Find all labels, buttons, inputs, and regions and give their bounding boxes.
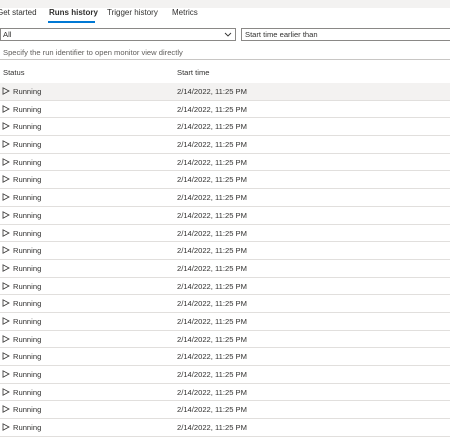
play-icon xyxy=(2,104,10,113)
run-start-time: 2/14/2022, 11:25 PM xyxy=(177,263,247,273)
table-row[interactable]: Running 2/14/2022, 11:25 PM xyxy=(0,277,450,296)
status-filter-value: All xyxy=(3,30,12,39)
run-status: Running xyxy=(13,263,42,273)
table-row[interactable]: Running 2/14/2022, 11:25 PM xyxy=(0,118,450,137)
table-row[interactable]: Running 2/14/2022, 11:25 PM xyxy=(0,401,450,420)
run-status: Running xyxy=(13,334,42,344)
run-status: Running xyxy=(13,316,42,326)
run-start-time: 2/14/2022, 11:25 PM xyxy=(177,334,247,344)
run-status: Running xyxy=(13,405,42,415)
run-status: Running xyxy=(13,370,42,379)
table-row[interactable]: Running 2/14/2022, 11:25 PM xyxy=(0,136,450,154)
table-row[interactable]: Running 2/14/2022, 11:25 PM xyxy=(0,224,450,243)
table-row[interactable]: Running 2/14/2022, 11:25 PM xyxy=(0,171,450,190)
run-start-time: 2/14/2022, 11:25 PM xyxy=(177,281,247,291)
play-icon xyxy=(2,352,10,361)
run-start-time: 2/14/2022, 11:25 PM xyxy=(177,423,247,433)
run-start-time: 2/14/2022, 11:25 PM xyxy=(177,193,247,203)
run-id-input[interactable]: Specify the run identifier to open monit… xyxy=(0,47,450,60)
play-icon xyxy=(2,140,10,148)
play-icon xyxy=(2,122,10,131)
table-row[interactable]: Running 2/14/2022, 11:25 PM xyxy=(0,242,450,260)
tab-get-started[interactable]: Get started xyxy=(0,8,37,17)
table-row[interactable]: Running 2/14/2022, 11:25 PM xyxy=(0,83,450,101)
play-icon xyxy=(2,264,10,272)
run-start-time: 2/14/2022, 11:25 PM xyxy=(177,104,247,114)
chevron-down-icon xyxy=(224,32,232,37)
table-row[interactable]: Running 2/14/2022, 11:25 PM xyxy=(0,153,450,172)
table-row[interactable]: Running 2/14/2022, 11:25 PM xyxy=(0,348,450,366)
table-row[interactable]: Running 2/14/2022, 11:25 PM xyxy=(0,206,450,225)
table-row[interactable]: Running 2/14/2022, 11:25 PM xyxy=(0,366,450,384)
tab-runs-history[interactable]: Runs history xyxy=(49,8,98,17)
play-icon xyxy=(2,405,10,414)
play-icon xyxy=(2,157,10,166)
run-status: Running xyxy=(13,281,42,291)
run-status: Running xyxy=(13,87,42,96)
run-start-time: 2/14/2022, 11:25 PM xyxy=(177,140,247,150)
play-icon xyxy=(2,228,10,237)
run-start-time: 2/14/2022, 11:25 PM xyxy=(177,316,247,326)
play-icon xyxy=(2,370,10,378)
run-status: Running xyxy=(13,387,42,397)
play-icon xyxy=(2,281,10,290)
table-row[interactable]: Running 2/14/2022, 11:25 PM xyxy=(0,330,450,349)
run-status: Running xyxy=(13,423,42,433)
run-start-time: 2/14/2022, 11:25 PM xyxy=(177,370,247,379)
play-icon xyxy=(2,387,10,396)
run-id-placeholder: Specify the run identifier to open monit… xyxy=(3,48,183,57)
play-icon xyxy=(2,87,10,95)
tab-metrics[interactable]: Metrics xyxy=(172,8,198,17)
start-time-filter-input[interactable]: Start time earlier than xyxy=(241,28,450,41)
run-status: Running xyxy=(13,193,42,203)
table-row[interactable]: Running 2/14/2022, 11:25 PM xyxy=(0,189,450,207)
run-start-time: 2/14/2022, 11:25 PM xyxy=(177,175,247,185)
status-filter-select[interactable]: All xyxy=(0,28,236,41)
play-icon xyxy=(2,193,10,201)
table-row[interactable]: Running 2/14/2022, 11:25 PM xyxy=(0,419,450,437)
run-status: Running xyxy=(13,352,42,362)
run-start-time: 2/14/2022, 11:25 PM xyxy=(177,352,247,362)
table-row[interactable]: Running 2/14/2022, 11:25 PM xyxy=(0,312,450,331)
tab-bar: Get started Runs history Trigger history… xyxy=(0,0,450,24)
play-icon xyxy=(2,299,10,308)
run-start-time: 2/14/2022, 11:25 PM xyxy=(177,210,247,220)
column-header-status[interactable]: Status xyxy=(3,68,25,77)
run-start-time: 2/14/2022, 11:25 PM xyxy=(177,157,247,167)
run-status: Running xyxy=(13,140,42,150)
table-row[interactable]: Running 2/14/2022, 11:25 PM xyxy=(0,383,450,402)
play-icon xyxy=(2,210,10,219)
table-row[interactable]: Running 2/14/2022, 11:25 PM xyxy=(0,100,450,119)
run-start-time: 2/14/2022, 11:25 PM xyxy=(177,228,247,238)
run-start-time: 2/14/2022, 11:25 PM xyxy=(177,405,247,415)
run-status: Running xyxy=(13,228,42,238)
run-status: Running xyxy=(13,122,42,132)
table-row[interactable]: Running 2/14/2022, 11:25 PM xyxy=(0,259,450,278)
run-status: Running xyxy=(13,157,42,167)
run-start-time: 2/14/2022, 11:25 PM xyxy=(177,246,247,256)
play-icon xyxy=(2,175,10,184)
start-time-placeholder: Start time earlier than xyxy=(245,30,318,39)
run-status: Running xyxy=(13,175,42,185)
table-row[interactable]: Running 2/14/2022, 11:25 PM xyxy=(0,295,450,313)
run-start-time: 2/14/2022, 11:25 PM xyxy=(177,87,247,96)
run-start-time: 2/14/2022, 11:25 PM xyxy=(177,122,247,132)
play-icon xyxy=(2,423,10,431)
tab-trigger-history[interactable]: Trigger history xyxy=(107,8,158,17)
run-status: Running xyxy=(13,104,42,114)
play-icon xyxy=(2,334,10,343)
table-header: Status Start time xyxy=(0,65,450,83)
run-status: Running xyxy=(13,210,42,220)
run-start-time: 2/14/2022, 11:25 PM xyxy=(177,299,247,309)
active-tab-indicator xyxy=(48,21,95,23)
runs-table-body: Running 2/14/2022, 11:25 PM Running 2/14/20… xyxy=(0,83,450,437)
run-status: Running xyxy=(13,299,42,309)
column-header-start-time[interactable]: Start time xyxy=(177,68,210,77)
play-icon xyxy=(2,246,10,255)
play-icon xyxy=(2,317,10,325)
run-start-time: 2/14/2022, 11:25 PM xyxy=(177,387,247,397)
run-status: Running xyxy=(13,246,42,256)
